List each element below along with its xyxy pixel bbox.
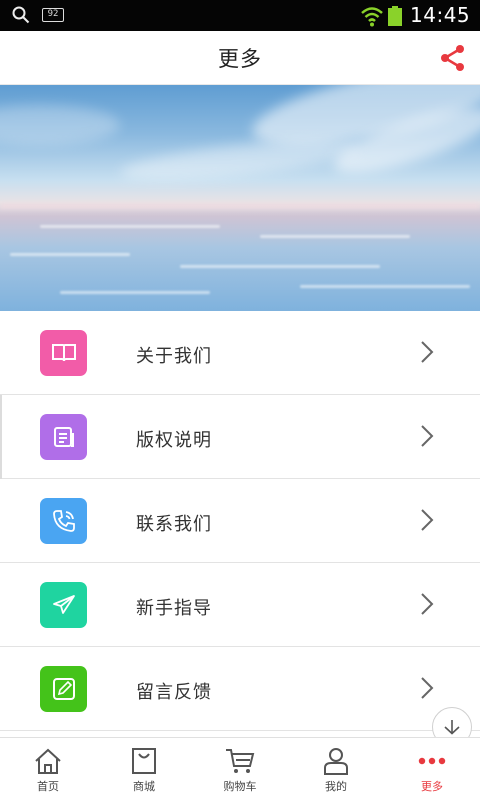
chevron-right-icon — [421, 593, 434, 615]
arrow-down-icon — [444, 720, 460, 735]
menu-icon-box — [40, 582, 87, 628]
more-menu-list: 关于我们 版权说明 联系我们 新手指导 留言反馈 — [0, 311, 480, 731]
phone-icon — [52, 510, 75, 532]
tab-label: 我的 — [325, 780, 347, 793]
more-dots-icon — [418, 757, 446, 765]
wifi-icon — [361, 7, 383, 27]
status-time: 14:45 — [410, 3, 471, 27]
menu-item-copyright[interactable]: 版权说明 — [0, 395, 480, 479]
tab-label: 更多 — [421, 780, 443, 793]
chevron-right-icon — [421, 341, 434, 363]
menu-item-beginner-guide[interactable]: 新手指导 — [0, 563, 480, 647]
battery-icon — [388, 6, 402, 26]
menu-icon-box — [40, 498, 87, 544]
home-icon — [35, 748, 61, 774]
shopping-bag-icon — [132, 748, 156, 774]
book-icon — [51, 344, 76, 362]
tab-mall[interactable]: 商城 — [96, 738, 192, 800]
edit-icon — [52, 678, 75, 700]
status-bar: 92 14:45 — [0, 0, 480, 31]
menu-item-feedback[interactable]: 留言反馈 — [0, 647, 480, 731]
search-icon — [12, 6, 30, 24]
tab-mine[interactable]: 我的 — [288, 738, 384, 800]
chevron-right-icon — [421, 509, 434, 531]
edge-divider — [0, 395, 2, 479]
document-icon — [53, 427, 74, 447]
menu-item-about-us[interactable]: 关于我们 — [0, 311, 480, 395]
tab-label: 商城 — [133, 780, 155, 793]
send-icon — [52, 595, 75, 614]
tab-label: 首页 — [37, 780, 59, 793]
cart-icon — [226, 749, 255, 773]
page-title: 更多 — [218, 47, 262, 71]
chevron-right-icon — [421, 425, 434, 447]
tab-more[interactable]: 更多 — [384, 738, 480, 800]
banner-image — [0, 85, 480, 311]
menu-icon-box — [40, 330, 87, 376]
tab-home[interactable]: 首页 — [0, 738, 96, 800]
menu-icon-box — [40, 666, 87, 712]
menu-item-label: 关于我们 — [136, 346, 212, 367]
notification-badge: 92 — [42, 8, 64, 22]
menu-item-label: 留言反馈 — [136, 682, 212, 703]
bottom-tab-bar: 首页 商城 购物车 我的 更多 — [0, 737, 480, 800]
menu-item-label: 联系我们 — [136, 514, 212, 535]
tab-cart[interactable]: 购物车 — [192, 738, 288, 800]
menu-item-label: 版权说明 — [136, 430, 212, 451]
menu-item-contact-us[interactable]: 联系我们 — [0, 479, 480, 563]
menu-icon-box — [40, 414, 87, 460]
user-icon — [324, 748, 348, 775]
app-header: 更多 — [0, 31, 480, 85]
chevron-right-icon — [421, 677, 434, 699]
menu-item-label: 新手指导 — [136, 598, 212, 619]
share-icon[interactable] — [438, 43, 468, 73]
tab-label: 购物车 — [223, 780, 257, 793]
